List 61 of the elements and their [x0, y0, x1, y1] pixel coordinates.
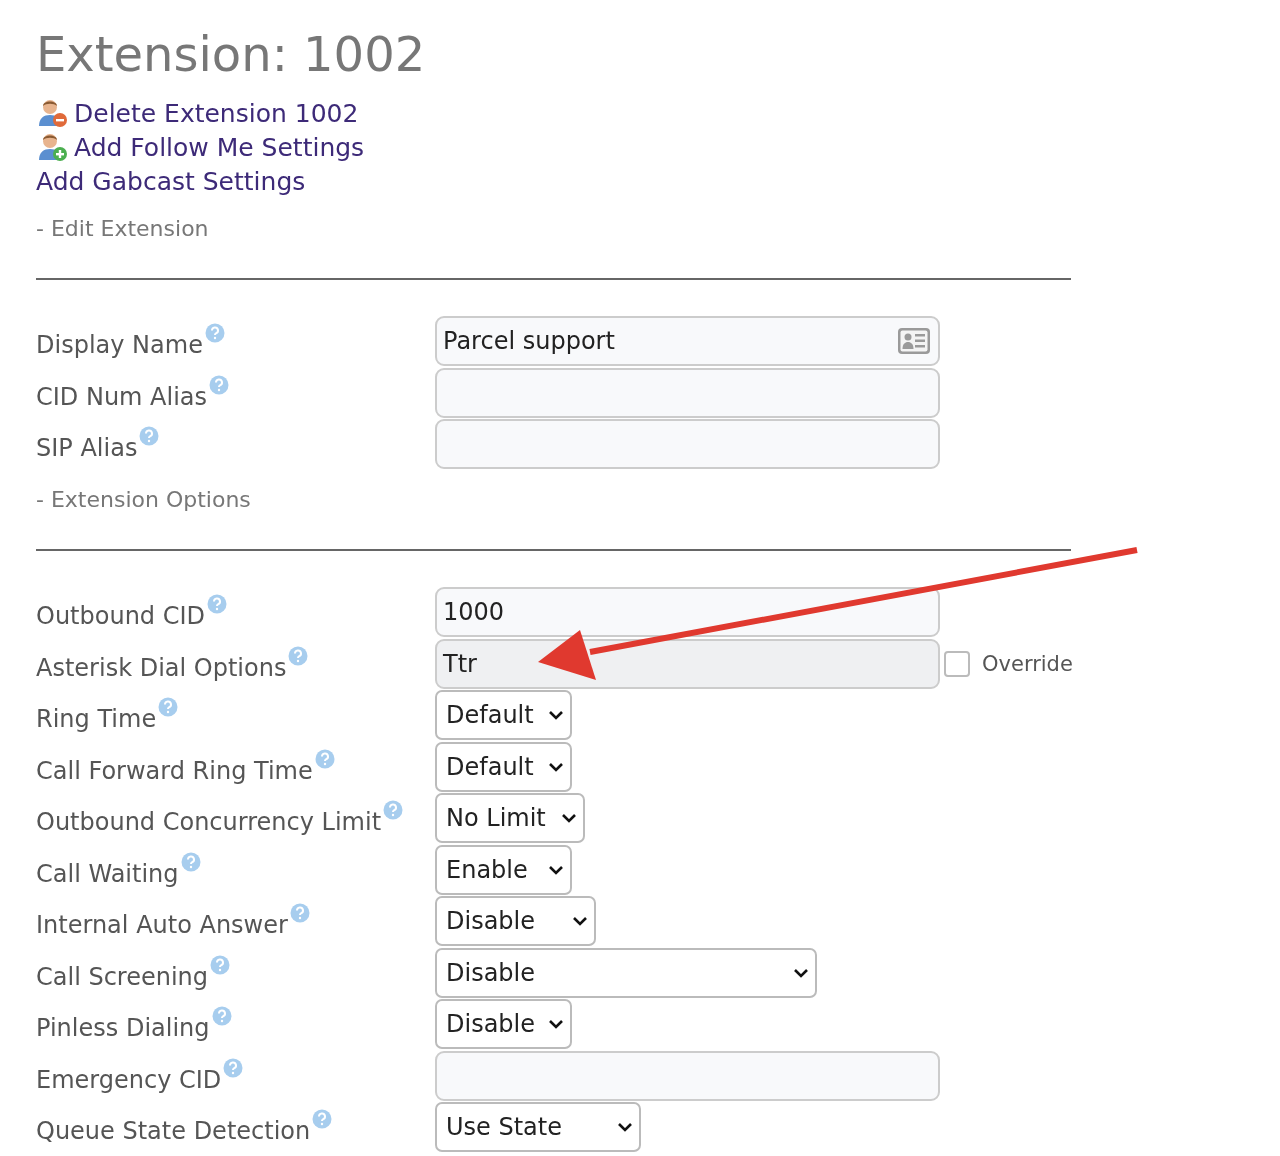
field-label: Outbound CID: [36, 601, 206, 630]
help-icon[interactable]: [210, 954, 231, 975]
field-label: Emergency CID: [36, 1064, 222, 1094]
select-dropdown[interactable]: Use State: [435, 1102, 641, 1152]
section-heading: - Extension Options: [36, 487, 252, 514]
text-field[interactable]: [435, 367, 940, 418]
help-icon[interactable]: [207, 594, 228, 614]
field-label: CID Num Alias: [36, 381, 208, 411]
action-link[interactable]: Delete Extension 1002: [74, 98, 359, 128]
user-remove-icon: [36, 98, 68, 128]
text-field[interactable]: Ttr: [435, 638, 940, 689]
help-icon[interactable]: [383, 800, 404, 820]
help-icon[interactable]: [289, 903, 310, 923]
field-label: Outbound Concurrency Limit: [36, 807, 382, 836]
field-label: Queue State Detection: [36, 1116, 311, 1145]
help-icon[interactable]: [209, 374, 230, 395]
help-icon[interactable]: [223, 1057, 244, 1078]
field-label: Call Waiting: [36, 858, 179, 888]
field-label: Pinless Dialing: [36, 1013, 210, 1042]
select-dropdown[interactable]: Disable: [435, 999, 572, 1049]
help-icon[interactable]: [180, 851, 201, 872]
chevron-down-icon: [548, 760, 564, 773]
select-dropdown[interactable]: Default: [435, 741, 572, 792]
page-title: Extension: 1002: [36, 26, 427, 82]
override-checkbox[interactable]: [944, 650, 970, 677]
action-link[interactable]: Add Gabcast Settings: [36, 166, 306, 196]
chevron-down-icon: [548, 709, 564, 721]
help-icon[interactable]: [204, 323, 225, 343]
select-dropdown[interactable]: Disable: [435, 947, 817, 998]
help-icon[interactable]: [314, 748, 335, 769]
field-label: SIP Alias: [36, 433, 138, 462]
chevron-down-icon: [548, 1018, 564, 1030]
select-dropdown[interactable]: Enable: [435, 844, 572, 895]
action-link[interactable]: Add Follow Me Settings: [74, 132, 365, 162]
user-add-icon: [36, 132, 68, 162]
select-dropdown[interactable]: Disable: [435, 896, 596, 946]
field-label: Display Name: [36, 330, 203, 359]
chevron-down-icon: [617, 1121, 633, 1133]
help-icon[interactable]: [211, 1006, 232, 1026]
select-dropdown[interactable]: Default: [435, 690, 572, 740]
override-label: Override: [982, 651, 1073, 676]
field-label: Asterisk Dial Options: [36, 652, 287, 682]
field-label: Call Screening: [36, 961, 209, 991]
chevron-down-icon: [548, 863, 564, 876]
select-dropdown[interactable]: No Limit: [435, 793, 585, 843]
section-heading: - Edit Extension: [36, 216, 210, 243]
text-field[interactable]: Parcel support: [435, 316, 940, 366]
help-icon[interactable]: [139, 426, 160, 446]
help-icon[interactable]: [288, 645, 309, 666]
contact-card-icon[interactable]: [898, 328, 930, 354]
chevron-down-icon: [572, 915, 588, 927]
field-label: Ring Time: [36, 704, 157, 733]
help-icon[interactable]: [312, 1109, 333, 1129]
text-field[interactable]: [435, 419, 940, 469]
field-label: Internal Auto Answer: [36, 910, 288, 939]
chevron-down-icon: [793, 966, 809, 979]
text-field[interactable]: [435, 1050, 940, 1101]
text-field[interactable]: 1000: [435, 587, 940, 637]
chevron-down-icon: [561, 812, 577, 824]
help-icon[interactable]: [158, 697, 179, 717]
field-label: Call Forward Ring Time: [36, 755, 313, 785]
